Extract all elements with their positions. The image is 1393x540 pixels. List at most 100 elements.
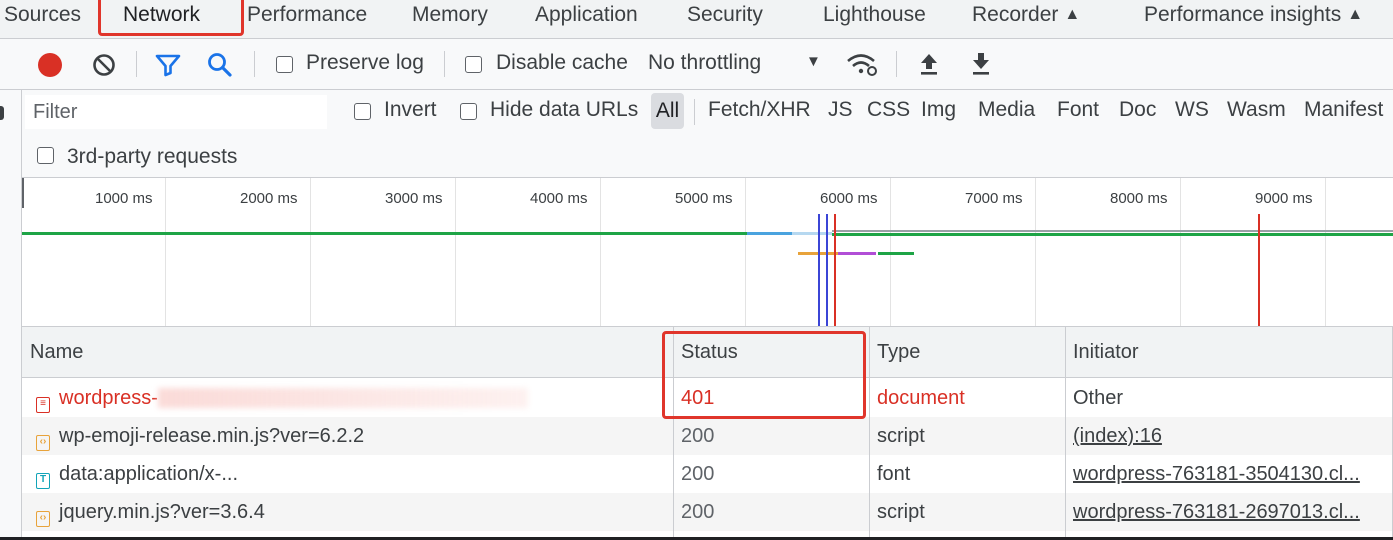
timeline-request-bar xyxy=(1262,230,1393,232)
timeline-tick: 8000 ms xyxy=(1110,190,1168,207)
filter-input[interactable] xyxy=(25,95,327,129)
hide-data-urls-label: Hide data URLs xyxy=(490,98,639,121)
request-name: wp-emoji-release.min.js?ver=6.2.2 xyxy=(59,425,365,447)
table-row[interactable]: ≡ wordpress- 401 document Other xyxy=(22,379,1393,417)
column-header-name[interactable]: Name xyxy=(22,327,673,378)
column-header-initiator[interactable]: Initiator xyxy=(1065,327,1393,378)
request-name-cell: ≡ wordpress- xyxy=(22,379,673,417)
timeline-overview[interactable]: 1000 ms 2000 ms 3000 ms 4000 ms 5000 ms … xyxy=(22,178,1393,327)
initiator-cell: wordpress-763181-3504130.cl... xyxy=(1065,455,1393,493)
script-icon: ‹› xyxy=(36,511,50,527)
tab-application[interactable]: Application xyxy=(535,0,638,38)
timeline-request-bar xyxy=(22,232,747,235)
request-name: data:application/x-... xyxy=(59,463,238,485)
type-cell: font xyxy=(877,463,911,485)
tab-lighthouse[interactable]: Lighthouse xyxy=(823,0,926,38)
column-divider[interactable] xyxy=(673,327,674,540)
type-filter-ws[interactable]: WS xyxy=(1175,98,1209,122)
timeline-range-handle[interactable] xyxy=(22,178,24,208)
timeline-request-bar xyxy=(832,230,1262,232)
type-filter-doc[interactable]: Doc xyxy=(1119,98,1156,122)
request-name-cell: ‹› wp-emoji-release.min.js?ver=6.2.2 xyxy=(22,417,673,455)
record-icon[interactable] xyxy=(38,53,62,77)
third-party-checkbox[interactable] xyxy=(37,147,54,164)
initiator-link[interactable]: (index):16 xyxy=(1073,425,1162,447)
timeline-gridline xyxy=(165,178,166,326)
disable-cache-label: Disable cache xyxy=(496,51,628,74)
initiator-cell: Other xyxy=(1073,387,1124,409)
chevron-down-icon[interactable]: ▼ xyxy=(806,53,821,70)
tab-sources[interactable]: Sources xyxy=(4,0,81,38)
type-filter-fetch-xhr[interactable]: Fetch/XHR xyxy=(708,98,811,122)
toolbar-divider xyxy=(136,51,137,77)
requests-table: Name Status Type Initiator ≡ wordpress- 4… xyxy=(22,327,1393,540)
tab-performance[interactable]: Performance xyxy=(247,0,367,38)
hide-data-urls-checkbox[interactable] xyxy=(460,103,477,120)
timeline-request-bar xyxy=(878,252,914,255)
initiator-cell: (index):16 xyxy=(1065,417,1393,455)
timeline-gridline xyxy=(1180,178,1181,326)
type-filter-manifest[interactable]: Manifest xyxy=(1304,98,1383,122)
script-icon: ‹› xyxy=(36,435,50,451)
type-filter-font[interactable]: Font xyxy=(1057,98,1099,122)
initiator-link[interactable]: wordpress-763181-3504130.cl... xyxy=(1073,463,1360,485)
column-header-type[interactable]: Type xyxy=(869,327,1065,378)
tab-security[interactable]: Security xyxy=(687,0,763,38)
table-row[interactable]: ‹› jquery.min.js?ver=3.6.4 200 script wor… xyxy=(22,493,1393,531)
table-row[interactable]: Tdata:application/x-... 200 font wordpre… xyxy=(22,455,1393,493)
timeline-gridline xyxy=(455,178,456,326)
redacted-text xyxy=(157,388,528,408)
column-divider[interactable] xyxy=(1065,327,1066,540)
preserve-log-label: Preserve log xyxy=(306,51,424,74)
toolbar-divider xyxy=(896,51,897,77)
search-icon[interactable] xyxy=(206,51,234,79)
tab-memory[interactable]: Memory xyxy=(412,0,488,38)
wifi-settings-icon[interactable] xyxy=(845,49,879,79)
type-cell: script xyxy=(877,425,925,447)
tab-recorder[interactable]: Recorder ▲ xyxy=(972,0,1080,38)
upload-icon[interactable] xyxy=(918,50,940,78)
filter-icon[interactable] xyxy=(154,52,182,78)
timeline-tick: 6000 ms xyxy=(820,190,878,207)
toolbar-divider xyxy=(444,51,445,77)
table-row[interactable]: ‹› wp-emoji-release.min.js?ver=6.2.2 200 … xyxy=(22,417,1393,455)
invert-label: Invert xyxy=(384,98,437,121)
dom-content-loaded-marker xyxy=(818,214,820,326)
flask-icon: ▲ xyxy=(1347,6,1364,23)
disable-cache-checkbox[interactable] xyxy=(465,56,482,73)
document-icon: ≡ xyxy=(36,397,50,413)
tab-recorder-label: Recorder xyxy=(972,3,1059,26)
clear-icon[interactable] xyxy=(91,52,117,78)
column-header-status[interactable]: Status xyxy=(673,327,869,378)
timeline-gridline xyxy=(600,178,601,326)
throttling-select[interactable]: No throttling xyxy=(648,51,761,75)
timeline-request-bar xyxy=(747,232,792,235)
type-filter-img[interactable]: Img xyxy=(921,98,956,122)
preserve-log-checkbox[interactable] xyxy=(276,56,293,73)
initiator-cell: wordpress-763181-2697013.cl... xyxy=(1065,493,1393,531)
timeline-request-bar xyxy=(832,233,1262,236)
status-cell: 200 xyxy=(681,463,715,485)
type-filter-all[interactable]: All xyxy=(651,93,684,129)
column-divider[interactable] xyxy=(869,327,870,540)
toolbar-divider xyxy=(254,51,255,77)
timeline-gridline xyxy=(310,178,311,326)
type-filter-css[interactable]: CSS xyxy=(867,98,910,122)
panel-edge-marker xyxy=(0,106,4,120)
status-cell: 401 xyxy=(681,387,715,409)
download-icon[interactable] xyxy=(970,50,992,78)
timeline-tick: 1000 ms xyxy=(95,190,153,207)
type-filter-media[interactable]: Media xyxy=(978,98,1035,122)
request-name-cell: Tdata:application/x-... xyxy=(22,455,673,493)
type-filter-wasm[interactable]: Wasm xyxy=(1227,98,1286,122)
tab-performance-insights[interactable]: Performance insights ▲ xyxy=(1144,0,1363,38)
tab-network[interactable]: Network xyxy=(123,0,200,38)
invert-checkbox[interactable] xyxy=(354,103,371,120)
timeline-request-bar xyxy=(838,252,876,255)
dom-content-loaded-marker xyxy=(826,214,828,326)
timeline-request-bar xyxy=(1262,233,1393,236)
tab-performance-insights-label: Performance insights xyxy=(1144,3,1342,26)
type-filter-js[interactable]: JS xyxy=(828,98,853,122)
initiator-link[interactable]: wordpress-763181-2697013.cl... xyxy=(1073,501,1360,523)
panel-tabbar: Sources Network Performance Memory Appli… xyxy=(0,0,1393,39)
